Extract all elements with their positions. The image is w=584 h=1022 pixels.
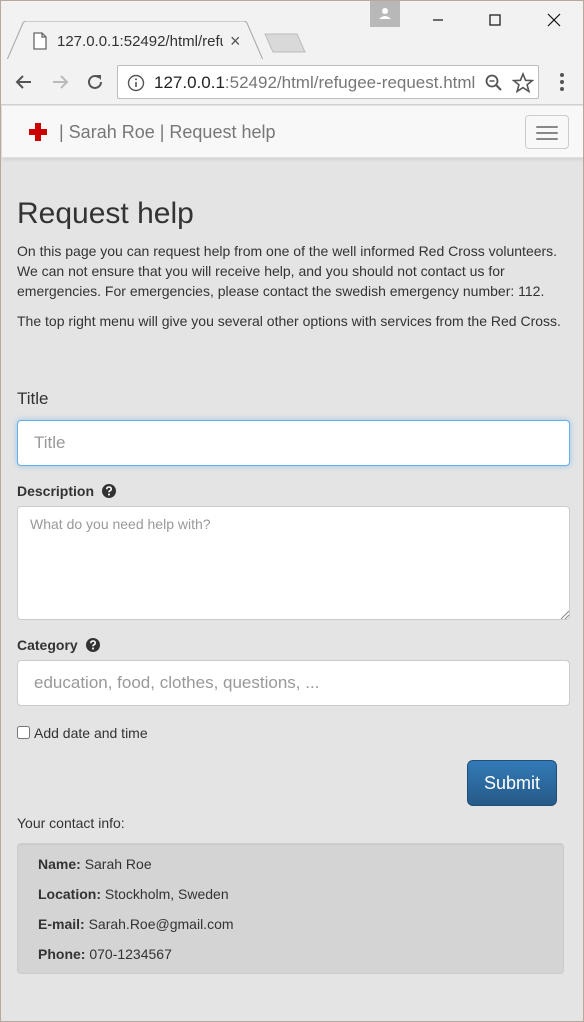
tab-close-button[interactable]: × xyxy=(230,31,241,51)
back-arrow-icon[interactable] xyxy=(13,71,35,93)
description-textarea[interactable] xyxy=(17,506,570,620)
site-navbar: | Sarah Roe | Request help xyxy=(2,106,583,158)
question-circle-icon[interactable] xyxy=(85,638,100,652)
url-host: 127.0.0.1 xyxy=(154,73,225,92)
page-icon xyxy=(33,32,47,50)
title-input[interactable] xyxy=(17,420,570,466)
reload-icon[interactable] xyxy=(84,71,106,93)
hamburger-bar xyxy=(536,132,558,134)
hamburger-bar xyxy=(536,138,558,140)
close-window-button[interactable] xyxy=(543,9,565,31)
name-value: Sarah Roe xyxy=(84,856,152,872)
bookmark-star-icon[interactable] xyxy=(512,72,534,94)
profile-button[interactable] xyxy=(370,1,400,27)
maximize-button[interactable] xyxy=(484,9,506,31)
url-path: :52492/html/refugee-request.html xyxy=(224,73,476,92)
category-label: Category xyxy=(17,637,78,653)
minimize-button[interactable] xyxy=(427,9,449,31)
user-icon xyxy=(379,8,391,19)
email-value: Sarah.Roe@gmail.com xyxy=(88,916,234,932)
datetime-checkbox-label: Add date and time xyxy=(34,725,148,741)
browser-window: 127.0.0.1:52492/html/refugee-request.htm… xyxy=(0,0,584,1022)
question-circle-icon[interactable] xyxy=(101,484,116,498)
contact-location-row: Location: Stockholm, Sweden xyxy=(38,886,229,902)
submit-button[interactable]: Submit xyxy=(467,760,557,806)
datetime-checkbox-row[interactable]: Add date and time xyxy=(17,725,148,741)
forward-arrow-icon[interactable] xyxy=(49,71,71,93)
phone-value: 070-1234567 xyxy=(89,946,172,962)
title-label: Title xyxy=(17,389,49,408)
intro-text: On this page you can request help from o… xyxy=(17,243,558,299)
browser-menu-icon[interactable] xyxy=(553,71,571,93)
menu-note-text: The top right menu will give you several… xyxy=(17,313,561,329)
hamburger-bar xyxy=(536,126,558,128)
contact-info-box: Name: Sarah Roe Location: Stockholm, Swe… xyxy=(17,843,564,974)
category-label-row: Category xyxy=(17,637,100,653)
tab-title: 127.0.0.1:52492/html/refugee-request.htm… xyxy=(57,33,223,50)
info-icon[interactable] xyxy=(127,74,145,92)
tab-strip: 127.0.0.1:52492/html/refugee-request.htm… xyxy=(1,1,583,60)
contact-name-row: Name: Sarah Roe xyxy=(38,856,152,872)
contact-email-row: E-mail: Sarah.Roe@gmail.com xyxy=(38,916,234,932)
category-input[interactable] xyxy=(17,660,570,706)
name-label: Name: xyxy=(38,856,81,872)
contact-phone-row: Phone: 070-1234567 xyxy=(38,946,172,962)
zoom-icon[interactable] xyxy=(484,73,504,93)
phone-label: Phone: xyxy=(38,946,86,962)
page-title: Request help xyxy=(17,197,194,230)
navbar-brand[interactable]: | Sarah Roe | Request help xyxy=(59,122,275,143)
browser-toolbar: 127.0.0.1:52492/html/refugee-request.htm… xyxy=(1,59,583,105)
location-label: Location: xyxy=(38,886,101,902)
new-tab-button[interactable] xyxy=(263,32,307,54)
address-bar[interactable]: 127.0.0.1:52492/html/refugee-request.htm… xyxy=(117,65,539,99)
contact-heading: Your contact info: xyxy=(17,815,125,831)
description-label-row: Description xyxy=(17,483,116,499)
location-value: Stockholm, Sweden xyxy=(104,886,229,902)
email-label: E-mail: xyxy=(38,916,85,932)
url-text: 127.0.0.1:52492/html/refugee-request.htm… xyxy=(154,73,478,93)
resize-grip-icon[interactable] xyxy=(559,609,569,619)
datetime-checkbox[interactable] xyxy=(17,726,30,739)
description-label: Description xyxy=(17,483,95,499)
red-cross-icon[interactable] xyxy=(29,123,47,141)
navbar-menu-button[interactable] xyxy=(525,115,569,149)
